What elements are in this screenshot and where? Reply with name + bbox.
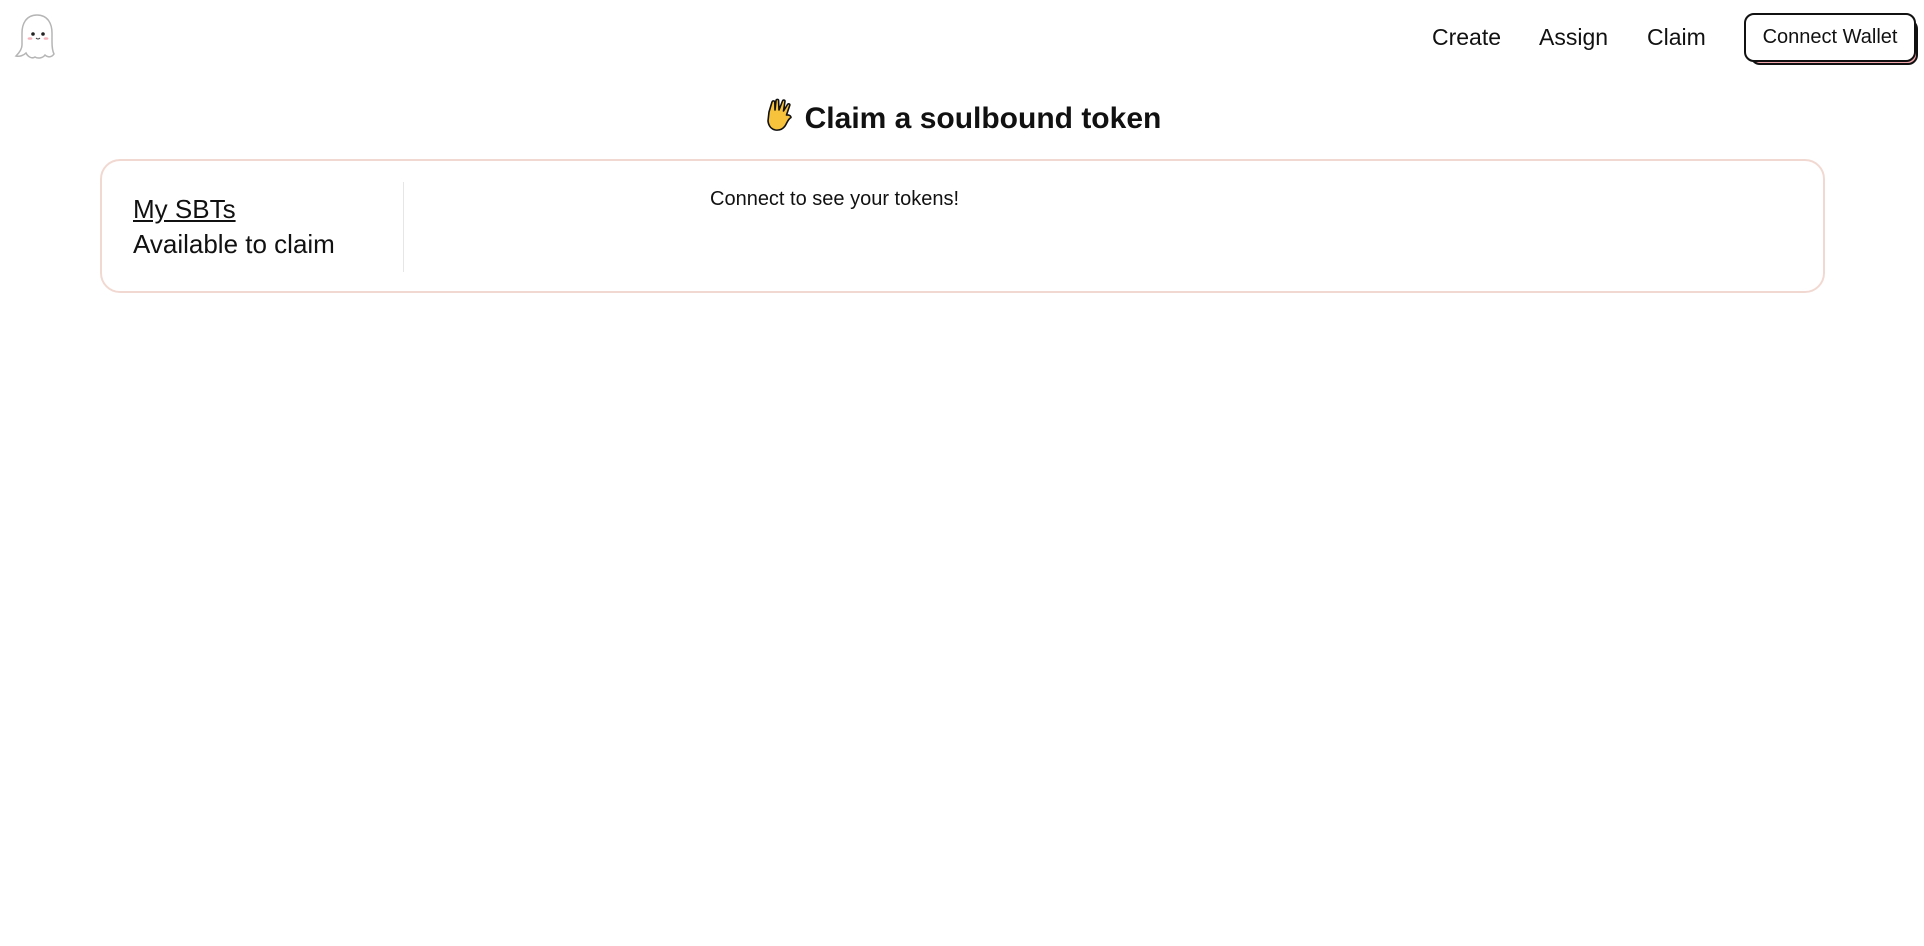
tab-available-to-claim[interactable]: Available to claim <box>133 227 335 261</box>
empty-state-message: Connect to see your tokens! <box>710 188 960 210</box>
tokens-card: My SBTs Available to claim Connect to se… <box>100 159 1825 293</box>
nav-create[interactable]: Create <box>1432 22 1501 52</box>
page-title: Claim a soulbound token <box>0 98 1924 140</box>
page-title-text: Claim a soulbound token <box>804 102 1162 135</box>
connect-wallet-button[interactable]: Connect Wallet <box>1744 13 1916 62</box>
nav-claim[interactable]: Claim <box>1647 22 1706 52</box>
top-navigation-bar: Create Assign Claim Connect Wallet <box>0 0 1924 74</box>
vulcan-salute-icon <box>766 98 792 131</box>
tab-my-sbts[interactable]: My SBTs <box>133 192 236 226</box>
token-tabs: My SBTs Available to claim <box>102 161 404 291</box>
ghost-icon[interactable] <box>14 12 60 62</box>
nav-assign[interactable]: Assign <box>1539 22 1608 52</box>
card-divider <box>403 182 404 272</box>
connect-wallet-wrapper: Connect Wallet <box>1744 13 1920 67</box>
